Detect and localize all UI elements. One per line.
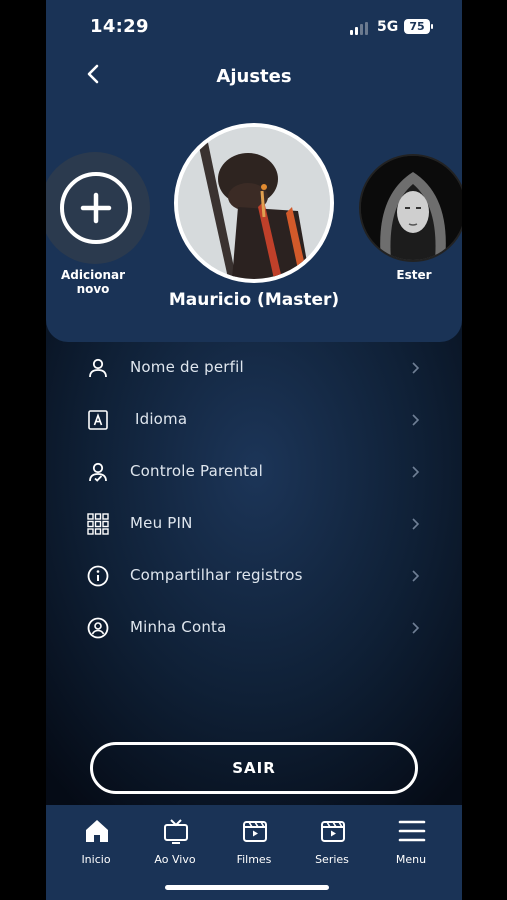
home-indicator xyxy=(165,885,329,890)
tab-label: Series xyxy=(315,853,349,866)
series-icon xyxy=(321,821,345,842)
menu-item-label: Minha Conta xyxy=(130,618,227,636)
active-profile-name: Mauricio (Master) xyxy=(168,290,340,310)
keypad-icon xyxy=(87,513,109,535)
tab-live[interactable]: Ao Vivo xyxy=(140,815,210,871)
tab-movies[interactable]: Filmes xyxy=(219,815,289,871)
profile-photo xyxy=(178,127,330,279)
menu-item-label: Meu PIN xyxy=(130,514,193,532)
battery-icon: 75 xyxy=(404,19,433,34)
tab-label: Filmes xyxy=(236,853,272,866)
user-icon xyxy=(89,358,107,378)
hamburger-menu-icon xyxy=(398,820,426,842)
parental-control-icon xyxy=(89,462,107,482)
menu-item-language[interactable]: Idioma xyxy=(46,394,462,446)
status-bar: 14:29 5G 75 xyxy=(46,0,462,56)
menu-item-label: Compartilhar registros xyxy=(130,566,303,584)
menu-item-parental-control[interactable]: Controle Parental xyxy=(46,446,462,498)
home-icon xyxy=(86,820,108,842)
menu-item-profile-name[interactable]: Nome de perfil xyxy=(46,342,462,394)
account-icon xyxy=(87,617,109,639)
profiles-header-panel: 14:29 5G 75 Ajustes Adicionar novo Mauri… xyxy=(46,0,462,342)
tab-series[interactable]: Series xyxy=(297,815,367,871)
menu-item-pin[interactable]: Meu PIN xyxy=(46,498,462,550)
menu-item-label: Controle Parental xyxy=(130,462,263,480)
profile-photo xyxy=(361,156,462,260)
active-profile-avatar[interactable] xyxy=(174,123,334,283)
chevron-right-icon xyxy=(412,518,420,530)
plus-icon xyxy=(60,172,132,244)
page-title: Ajustes xyxy=(216,66,292,87)
chevron-right-icon xyxy=(412,466,420,478)
menu-item-label: Nome de perfil xyxy=(130,358,244,376)
info-icon xyxy=(87,565,109,587)
tab-home[interactable]: Inicio xyxy=(61,815,131,871)
logout-button[interactable]: SAIR xyxy=(90,742,418,794)
chevron-right-icon xyxy=(412,362,420,374)
menu-item-share-logs[interactable]: Compartilhar registros xyxy=(46,550,462,602)
menu-item-my-account[interactable]: Minha Conta xyxy=(46,602,462,654)
profile-avatar-ester[interactable] xyxy=(359,154,462,262)
signal-icon xyxy=(350,22,370,35)
movies-icon xyxy=(243,821,267,842)
tab-label: Menu xyxy=(395,853,427,866)
status-time: 14:29 xyxy=(90,16,149,37)
profile-label-ester: Ester xyxy=(396,268,432,282)
tab-menu[interactable]: Menu xyxy=(376,815,446,871)
language-icon xyxy=(88,410,108,430)
chevron-right-icon xyxy=(412,414,420,426)
network-label: 5G xyxy=(377,19,399,35)
tab-label: Inicio xyxy=(81,853,111,866)
settings-screen: 14:29 5G 75 Ajustes Adicionar novo Mauri… xyxy=(46,0,462,900)
tv-icon xyxy=(164,819,188,844)
chevron-right-icon xyxy=(412,570,420,582)
add-profile-button[interactable] xyxy=(46,152,150,264)
chevron-right-icon xyxy=(412,622,420,634)
tab-label: Ao Vivo xyxy=(154,853,196,866)
menu-item-label: Idioma xyxy=(130,410,188,428)
